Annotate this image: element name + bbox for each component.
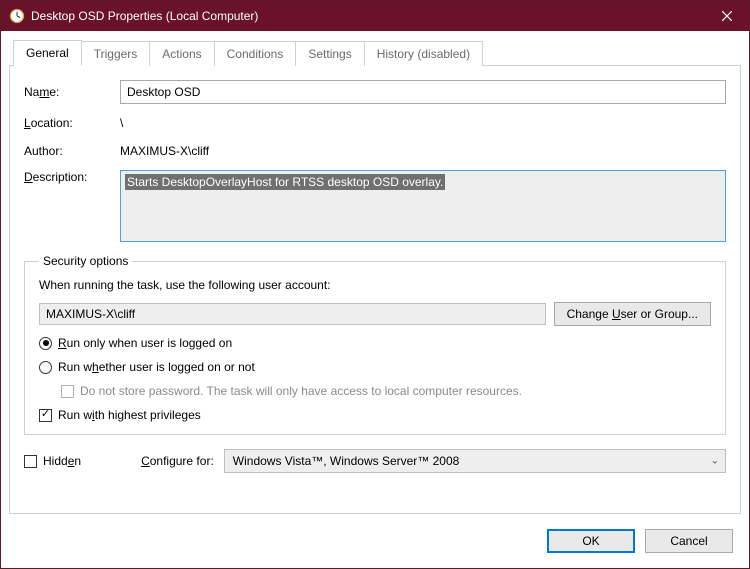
description-input[interactable]: Starts DesktopOverlayHost for RTSS deskt… bbox=[120, 170, 726, 242]
clock-icon bbox=[9, 8, 25, 24]
bottom-row: Hidden Configure for: Windows Vista™, Wi… bbox=[24, 449, 726, 473]
checkbox-dont-store-password: Do not store password. The task will onl… bbox=[61, 384, 711, 398]
description-selected-text: Starts DesktopOverlayHost for RTSS deskt… bbox=[125, 174, 445, 190]
ok-button[interactable]: OK bbox=[547, 529, 635, 553]
name-label: Name: bbox=[24, 85, 110, 99]
radio-run-whether[interactable]: Run whether user is logged on or not bbox=[39, 360, 711, 374]
window: Desktop OSD Properties (Local Computer) … bbox=[0, 0, 750, 569]
user-account-field: MAXIMUS-X\cliff bbox=[39, 303, 546, 325]
description-label: Description: bbox=[24, 170, 110, 184]
checkbox-hidden[interactable]: Hidden bbox=[24, 454, 81, 468]
window-title: Desktop OSD Properties (Local Computer) bbox=[31, 9, 704, 23]
author-value: MAXIMUS-X\cliff bbox=[120, 142, 726, 160]
checkbox-icon bbox=[39, 409, 52, 422]
tab-triggers[interactable]: Triggers bbox=[81, 41, 151, 66]
row-name: Name: bbox=[24, 80, 726, 104]
highest-priv-label: Run with highest privileges bbox=[58, 408, 201, 422]
configure-for-select[interactable]: Windows Vista™, Windows Server™ 2008 ⌄ bbox=[224, 449, 726, 473]
radio-run-only-logged-on[interactable]: Run only when user is logged on bbox=[39, 336, 711, 350]
location-label: Location: bbox=[24, 116, 110, 130]
radio-icon bbox=[39, 337, 52, 350]
row-description: Description: Starts DesktopOverlayHost f… bbox=[24, 170, 726, 242]
tab-history[interactable]: History (disabled) bbox=[364, 41, 483, 66]
tabstrip: General Triggers Actions Conditions Sett… bbox=[9, 39, 741, 65]
location-value: \ bbox=[120, 114, 726, 132]
tab-settings[interactable]: Settings bbox=[295, 41, 364, 66]
radio-icon bbox=[39, 361, 52, 374]
security-prompt: When running the task, use the following… bbox=[39, 278, 711, 292]
radio-run-whether-label: Run whether user is logged on or not bbox=[58, 360, 255, 374]
checkbox-icon bbox=[24, 455, 37, 468]
change-user-button[interactable]: Change User or Group... bbox=[554, 302, 711, 326]
dialog-footer: OK Cancel bbox=[1, 522, 749, 568]
configure-for-label: Configure for: bbox=[141, 454, 214, 468]
tab-conditions[interactable]: Conditions bbox=[214, 41, 297, 66]
hidden-label: Hidden bbox=[43, 454, 81, 468]
checkbox-highest-privileges[interactable]: Run with highest privileges bbox=[39, 408, 711, 422]
chevron-down-icon: ⌄ bbox=[711, 456, 719, 467]
author-label: Author: bbox=[24, 144, 110, 158]
client-area: General Triggers Actions Conditions Sett… bbox=[1, 31, 749, 522]
row-location: Location: \ bbox=[24, 114, 726, 132]
tab-general[interactable]: General bbox=[13, 40, 82, 66]
titlebar: Desktop OSD Properties (Local Computer) bbox=[1, 1, 749, 31]
tab-actions[interactable]: Actions bbox=[149, 41, 214, 66]
row-author: Author: MAXIMUS-X\cliff bbox=[24, 142, 726, 160]
security-legend: Security options bbox=[39, 254, 132, 268]
radio-run-only-label: Run only when user is logged on bbox=[58, 336, 232, 350]
configure-for-value: Windows Vista™, Windows Server™ 2008 bbox=[233, 454, 460, 468]
user-account-value: MAXIMUS-X\cliff bbox=[46, 307, 135, 321]
cancel-button[interactable]: Cancel bbox=[645, 529, 733, 553]
close-button[interactable] bbox=[704, 1, 749, 31]
dont-store-label: Do not store password. The task will onl… bbox=[80, 384, 522, 398]
checkbox-icon bbox=[61, 385, 74, 398]
name-input[interactable] bbox=[120, 80, 726, 104]
tab-panel-general: Name: Location: \ Author: MAXIMUS-X\clif… bbox=[9, 65, 741, 514]
security-options-group: Security options When running the task, … bbox=[24, 254, 726, 435]
